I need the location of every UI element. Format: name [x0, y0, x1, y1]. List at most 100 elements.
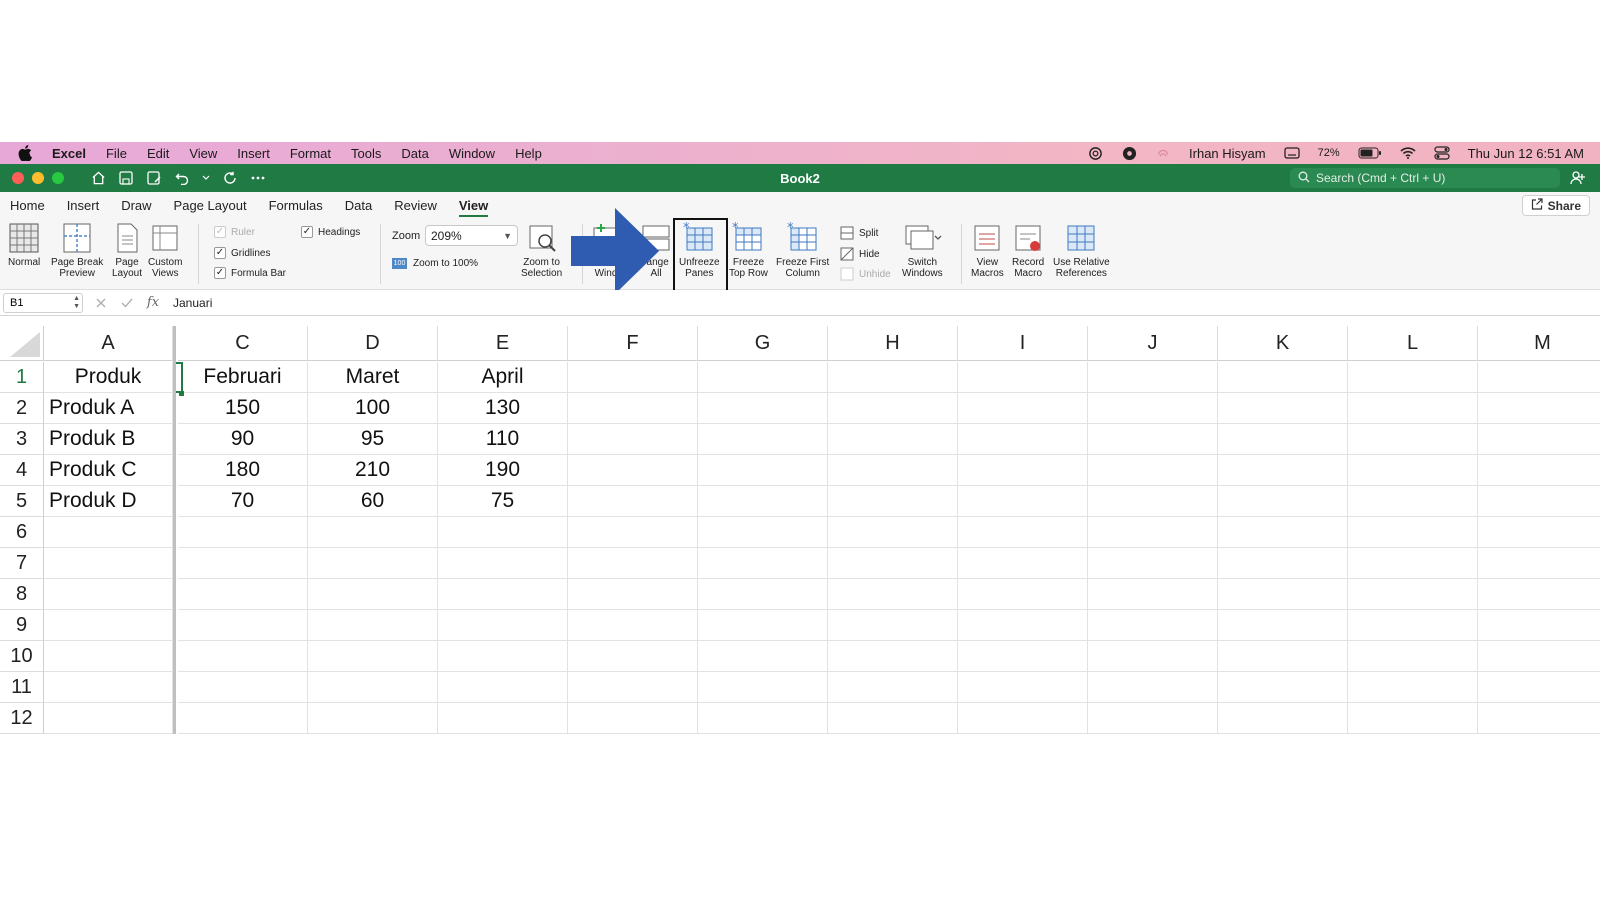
column-header-d[interactable]: D [308, 326, 438, 361]
cell-k11[interactable] [1218, 672, 1348, 703]
row-header-2[interactable]: 2 [0, 393, 44, 424]
cell-f5[interactable] [568, 486, 698, 517]
cell-j6[interactable] [1088, 517, 1218, 548]
cell-d3[interactable]: 95 [308, 424, 438, 455]
cell-h12[interactable] [828, 703, 958, 734]
column-header-f[interactable]: F [568, 326, 698, 361]
cell-g7[interactable] [698, 548, 828, 579]
select-all-corner[interactable] [0, 326, 44, 361]
cell-i12[interactable] [958, 703, 1088, 734]
cell-d10[interactable] [308, 641, 438, 672]
cell-g8[interactable] [698, 579, 828, 610]
menu-help[interactable]: Help [515, 146, 542, 161]
save-as-icon[interactable] [146, 170, 162, 186]
tab-data[interactable]: Data [345, 194, 372, 217]
cell-m6[interactable] [1478, 517, 1600, 548]
cell-l10[interactable] [1348, 641, 1478, 672]
row-header-1[interactable]: 1 [0, 362, 44, 393]
cell-h8[interactable] [828, 579, 958, 610]
hide-button[interactable]: Hide [840, 247, 880, 261]
tab-draw[interactable]: Draw [121, 194, 151, 217]
cell-m10[interactable] [1478, 641, 1600, 672]
fill-handle[interactable] [179, 391, 184, 396]
tab-insert[interactable]: Insert [67, 194, 100, 217]
cell-m11[interactable] [1478, 672, 1600, 703]
column-header-h[interactable]: H [828, 326, 958, 361]
cell-f8[interactable] [568, 579, 698, 610]
page-break-preview-button[interactable]: Page Break Preview [51, 222, 103, 279]
cell-h4[interactable] [828, 455, 958, 486]
close-window-button[interactable] [12, 172, 24, 184]
cell-l9[interactable] [1348, 610, 1478, 641]
cancel-entry-icon[interactable] [93, 295, 109, 311]
tab-view[interactable]: View [458, 194, 489, 217]
name-box-stepper-icon[interactable]: ▲ ▼ [73, 295, 80, 311]
gridlines-checkbox[interactable]: ✓ Gridlines [214, 247, 270, 259]
record-macro-button[interactable]: Record Macro [1012, 222, 1044, 279]
cell-a6[interactable] [44, 517, 173, 548]
column-header-l[interactable]: L [1348, 326, 1478, 361]
cell-a2[interactable]: Produk A [44, 393, 173, 424]
undo-icon[interactable] [174, 170, 190, 186]
cell-g3[interactable] [698, 424, 828, 455]
cell-g11[interactable] [698, 672, 828, 703]
insert-function-icon[interactable]: fx [145, 295, 161, 311]
cell-c6[interactable] [178, 517, 308, 548]
view-macros-button[interactable]: View Macros [971, 222, 1004, 279]
cell-a8[interactable] [44, 579, 173, 610]
cell-d9[interactable] [308, 610, 438, 641]
tab-formulas[interactable]: Formulas [269, 194, 323, 217]
save-icon[interactable] [118, 170, 134, 186]
cell-f12[interactable] [568, 703, 698, 734]
cell-i2[interactable] [958, 393, 1088, 424]
cell-k4[interactable] [1218, 455, 1348, 486]
cell-a1[interactable]: Produk [44, 362, 173, 393]
cell-d5[interactable]: 60 [308, 486, 438, 517]
cell-i3[interactable] [958, 424, 1088, 455]
cell-l8[interactable] [1348, 579, 1478, 610]
cell-g9[interactable] [698, 610, 828, 641]
cell-l11[interactable] [1348, 672, 1478, 703]
row-header-3[interactable]: 3 [0, 424, 44, 455]
row-header-6[interactable]: 6 [0, 517, 44, 548]
cell-d6[interactable] [308, 517, 438, 548]
cell-c11[interactable] [178, 672, 308, 703]
formula-input[interactable]: Januari [173, 296, 212, 310]
menu-data[interactable]: Data [401, 146, 428, 161]
cell-h2[interactable] [828, 393, 958, 424]
cell-l5[interactable] [1348, 486, 1478, 517]
cell-d7[interactable] [308, 548, 438, 579]
cell-l4[interactable] [1348, 455, 1478, 486]
apple-icon[interactable] [18, 143, 38, 163]
cell-e5[interactable]: 75 [438, 486, 568, 517]
cell-k8[interactable] [1218, 579, 1348, 610]
home-icon[interactable] [90, 170, 106, 186]
row-header-10[interactable]: 10 [0, 641, 44, 672]
cell-g5[interactable] [698, 486, 828, 517]
zoom-dropdown[interactable]: 209% ▼ [425, 225, 518, 246]
control-center-icon[interactable] [1434, 146, 1450, 160]
column-header-g[interactable]: G [698, 326, 828, 361]
cell-a7[interactable] [44, 548, 173, 579]
cell-l1[interactable] [1348, 362, 1478, 393]
freeze-top-row-button[interactable]: * Freeze Top Row [729, 222, 768, 279]
cell-c1[interactable]: Februari [178, 362, 308, 393]
column-header-k[interactable]: K [1218, 326, 1348, 361]
cell-f6[interactable] [568, 517, 698, 548]
cell-m7[interactable] [1478, 548, 1600, 579]
cell-e6[interactable] [438, 517, 568, 548]
row-header-7[interactable]: 7 [0, 548, 44, 579]
zoom-to-100-button[interactable]: 100 Zoom to 100% [392, 258, 478, 269]
cell-h11[interactable] [828, 672, 958, 703]
cell-f1[interactable] [568, 362, 698, 393]
column-header-m[interactable]: M [1478, 326, 1600, 361]
menu-tools[interactable]: Tools [351, 146, 381, 161]
unhide-button[interactable]: Unhide [840, 267, 891, 281]
cell-g10[interactable] [698, 641, 828, 672]
cell-a5[interactable]: Produk D [44, 486, 173, 517]
cell-e2[interactable]: 130 [438, 393, 568, 424]
cell-g6[interactable] [698, 517, 828, 548]
cell-e12[interactable] [438, 703, 568, 734]
cell-k3[interactable] [1218, 424, 1348, 455]
fingerprint-icon[interactable] [1155, 146, 1171, 160]
